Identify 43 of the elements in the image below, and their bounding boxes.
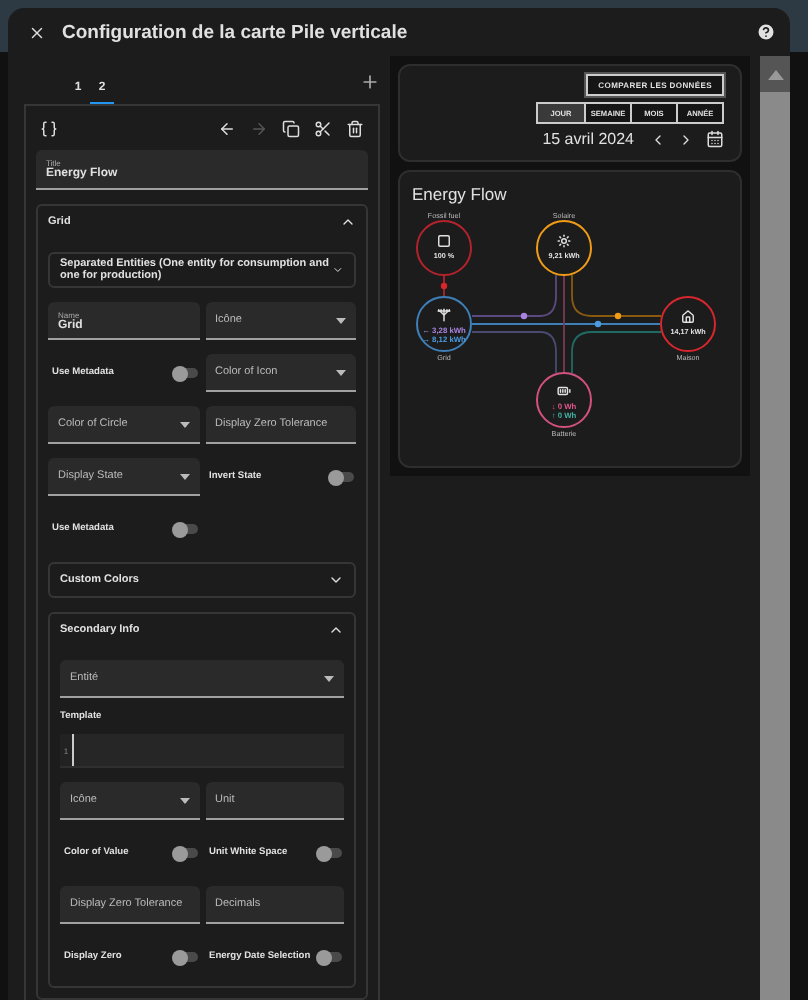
caret-icon <box>324 675 334 681</box>
help-button[interactable] <box>756 22 776 42</box>
cut-button[interactable] <box>314 119 332 137</box>
toggle-switch[interactable] <box>330 472 354 482</box>
flow-dot <box>614 312 622 320</box>
dialog-title: Configuration de la carte Pile verticale <box>62 21 410 43</box>
flow-dot <box>520 312 528 320</box>
home-icon <box>682 311 694 323</box>
caret-icon <box>336 369 346 375</box>
flow-line <box>471 274 557 317</box>
next-button[interactable] <box>678 131 694 147</box>
flow-line <box>571 274 662 317</box>
chevron-up-icon <box>340 214 356 230</box>
chevron-down-icon <box>332 262 344 278</box>
flow-line <box>571 331 662 374</box>
triangle-up-icon <box>767 69 783 79</box>
toggle-switch[interactable] <box>173 368 197 378</box>
caret-icon <box>179 797 189 803</box>
delete-button[interactable] <box>346 119 364 137</box>
copy-button[interactable] <box>282 119 300 137</box>
toggle-switch[interactable] <box>173 848 197 858</box>
caret-icon <box>179 473 189 479</box>
flow-dot <box>440 282 448 290</box>
flow-line <box>471 331 557 374</box>
close-button[interactable] <box>28 23 46 41</box>
toggle-switch[interactable] <box>318 848 342 858</box>
power-pole-icon <box>438 309 450 321</box>
flow-line <box>443 275 445 297</box>
battery-icon <box>558 387 570 395</box>
toggle-switch[interactable] <box>173 952 197 962</box>
toggle-switch[interactable] <box>318 952 342 962</box>
caret-icon <box>179 421 189 427</box>
toggle-switch[interactable] <box>173 524 197 534</box>
code-braces-button[interactable] <box>40 119 58 137</box>
previous-button[interactable] <box>650 131 666 147</box>
flow-dot <box>594 320 602 328</box>
caret-icon <box>336 317 346 323</box>
card-title: Energy Flow <box>410 184 509 204</box>
calendar-button[interactable] <box>706 130 724 148</box>
chevron-up-icon <box>328 622 344 638</box>
chevron-down-icon <box>328 572 344 588</box>
date-text: 15 avril 2024 <box>542 130 634 148</box>
undo-button[interactable] <box>218 119 236 137</box>
